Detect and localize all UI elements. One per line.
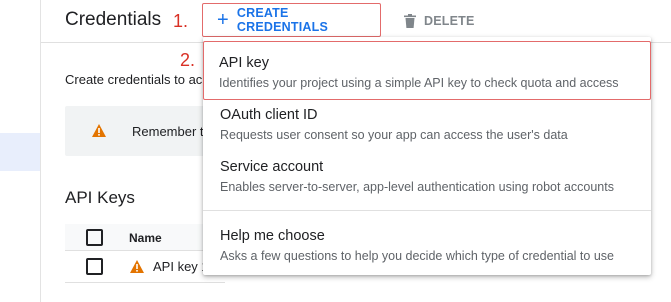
row-checkbox[interactable] (86, 258, 103, 275)
menu-item-title: Help me choose (220, 228, 325, 244)
plus-icon: + (217, 9, 229, 31)
api-keys-heading: API Keys (65, 188, 135, 207)
menu-item-description: Identifies your project using a simple A… (219, 76, 619, 90)
step-annotation-2: 2. (180, 50, 196, 70)
menu-item-title: OAuth client ID (220, 107, 318, 123)
delete-label: DELETE (424, 14, 475, 28)
menu-item-description: Requests user consent so your app can ac… (220, 128, 568, 142)
menu-item-description: Asks a few questions to help you decide … (220, 249, 614, 263)
left-nav-selected-item[interactable] (0, 133, 40, 171)
trash-icon (404, 14, 416, 28)
table-row-divider (65, 282, 225, 283)
menu-separator (203, 210, 651, 211)
column-header-name[interactable]: Name (129, 231, 162, 245)
warning-icon (130, 260, 144, 273)
warning-text: Remember t (132, 124, 204, 139)
menu-item-api-key[interactable]: API key Identifies your project using a … (203, 41, 651, 100)
create-credentials-label: CREATE CREDENTIALS (236, 6, 328, 34)
delete-button[interactable]: DELETE (404, 12, 475, 30)
menu-item-description: Enables server-to-server, app-level auth… (220, 180, 614, 194)
api-key-name-link[interactable]: API key 1 (153, 259, 209, 274)
page-title: Credentials (65, 9, 162, 30)
menu-item-title: API key (219, 55, 269, 71)
warning-icon (92, 124, 106, 137)
menu-item-oauth-client-id[interactable]: OAuth client ID Requests user consent so… (203, 104, 651, 143)
create-credentials-button[interactable]: + CREATE CREDENTIALS (202, 3, 381, 37)
step-annotation-1: 1. (173, 11, 189, 31)
menu-item-title: Service account (220, 159, 324, 175)
select-all-checkbox[interactable] (86, 229, 103, 246)
menu-item-help-me-choose[interactable]: Help me choose Asks a few questions to h… (203, 225, 651, 264)
create-credentials-intro: Create credentials to ac (65, 72, 203, 87)
menu-item-service-account[interactable]: Service account Enables server-to-server… (203, 156, 651, 195)
